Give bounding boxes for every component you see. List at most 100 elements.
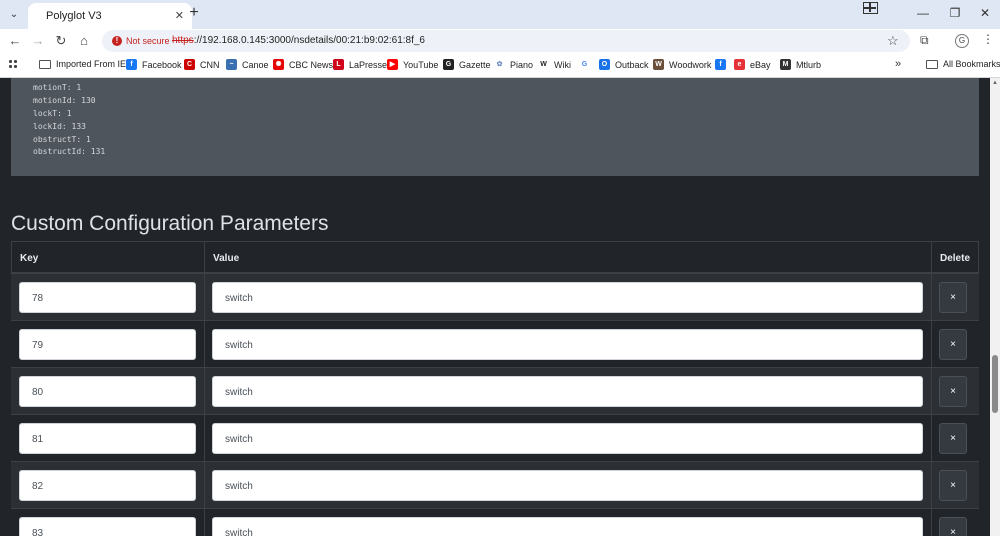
page-scrollbar[interactable]: ▲ — [990, 78, 1000, 536]
lapresse-icon: L — [333, 59, 344, 70]
table-row: 78 switch × — [11, 273, 979, 321]
key-input[interactable]: 82 — [19, 470, 196, 501]
tab-search-chevron-icon[interactable]: ⌄ — [4, 4, 24, 24]
delete-button[interactable]: × — [939, 282, 967, 313]
bookmark-label: Wiki — [554, 59, 571, 70]
bookmark-item[interactable]: ~ Canoe — [226, 59, 269, 70]
value-input[interactable]: switch — [212, 470, 923, 501]
bookmark-label: YouTube — [403, 59, 439, 70]
bookmark-item[interactable]: ✿ Piano — [494, 59, 533, 70]
value-input[interactable]: switch — [212, 423, 923, 454]
delete-button[interactable]: × — [939, 376, 967, 407]
canoe-icon: ~ — [226, 59, 237, 70]
column-divider — [931, 415, 932, 462]
bookmark-item[interactable]: Imported From IE — [39, 59, 126, 69]
url-path: ://192.168.0.145:3000/nsdetails/00:21:b9… — [193, 35, 425, 46]
bookmark-label: Canoe — [242, 59, 269, 70]
tab-strip: ⌄ Polyglot V3 ✕ + — ❐ ✕ — [0, 0, 1000, 29]
wikipedia-icon: W — [540, 61, 547, 68]
back-arrow-icon[interactable]: ← — [6, 32, 24, 50]
cbc-icon: ✺ — [273, 59, 284, 70]
url-scheme: https — [172, 35, 194, 46]
bookmark-label: CNN — [200, 59, 220, 70]
kebab-menu-icon[interactable]: ⋮ — [982, 32, 994, 46]
split-view-icon[interactable] — [863, 2, 878, 14]
bookmark-item[interactable]: G — [579, 59, 595, 70]
header-value: Value — [204, 241, 932, 273]
bookmark-label: Woodwork — [669, 59, 712, 70]
code-line: motionT: 1 — [33, 83, 82, 92]
bookmark-label: LaPresse — [349, 59, 388, 70]
bookmark-item[interactable]: O Outback — [599, 59, 649, 70]
bookmark-label: Mtlurb — [796, 59, 822, 70]
reload-icon[interactable]: ↻ — [52, 32, 70, 50]
scroll-thumb[interactable] — [992, 355, 998, 413]
bookmark-item[interactable]: M Mtlurb — [780, 59, 821, 70]
bookmark-star-icon[interactable]: ☆ — [887, 33, 899, 49]
table-row: 83 switch × — [11, 508, 979, 536]
all-bookmarks-folder[interactable]: All Bookmarks — [926, 59, 1000, 69]
new-tab-plus-icon[interactable]: + — [184, 4, 204, 22]
browser-tab[interactable]: Polyglot V3 ✕ — [28, 3, 192, 29]
address-bar[interactable]: ! Not secure https://192.168.0.145:3000/… — [102, 30, 910, 52]
column-divider — [204, 321, 205, 368]
value-input[interactable]: switch — [212, 517, 923, 536]
bookmark-item[interactable]: e eBay — [734, 59, 771, 70]
more-bookmarks-icon[interactable]: » — [895, 58, 901, 70]
node-definition-code-block: motionT: 1 motionId: 130 lockT: 1 lockId… — [11, 78, 979, 176]
home-icon[interactable]: ⌂ — [75, 32, 93, 50]
bookmarks-bar: Imported From IE f Facebook C CNN ~ Canoe ✺ CBC … — [0, 53, 1000, 78]
bookmark-item[interactable]: W Woodwork — [653, 59, 711, 70]
bookmark-item[interactable]: W Wiki — [538, 59, 571, 70]
close-window-icon[interactable]: ✕ — [976, 6, 994, 20]
cnn-icon: C — [184, 59, 195, 70]
piano-icon: ✿ — [496, 61, 503, 68]
folder-icon — [39, 59, 51, 69]
column-divider — [931, 321, 932, 368]
minimize-icon[interactable]: — — [914, 6, 932, 20]
woodwork-icon: W — [653, 59, 664, 70]
bookmark-item[interactable]: f Facebook — [126, 59, 182, 70]
ebay-icon: e — [734, 59, 745, 70]
apps-grid-icon[interactable] — [8, 59, 18, 69]
section-title: Custom Configuration Parameters — [11, 212, 329, 235]
bookmark-label: Imported From IE — [56, 59, 127, 69]
value-input[interactable]: switch — [212, 329, 923, 360]
value-input[interactable]: switch — [212, 282, 923, 313]
tab-close-icon[interactable]: ✕ — [175, 9, 184, 22]
bookmark-item[interactable]: C CNN — [184, 59, 220, 70]
all-bookmarks-label: All Bookmarks — [943, 59, 1000, 69]
bookmark-item[interactable]: ▶ YouTube — [387, 59, 438, 70]
column-divider — [931, 368, 932, 415]
extensions-icon[interactable]: ⧉ — [920, 33, 929, 48]
value-input[interactable]: switch — [212, 376, 923, 407]
security-chip[interactable]: ! Not secure — [108, 33, 176, 49]
delete-button[interactable]: × — [939, 517, 967, 536]
table-row: 80 switch × — [11, 367, 979, 415]
delete-button[interactable]: × — [939, 423, 967, 454]
code-line: obstructT: 1 — [33, 135, 91, 144]
bookmark-item[interactable]: G Gazette — [443, 59, 491, 70]
table-row: 82 switch × — [11, 461, 979, 509]
key-input[interactable]: 78 — [19, 282, 196, 313]
profile-avatar[interactable]: G — [955, 34, 969, 48]
column-divider — [931, 462, 932, 509]
key-input[interactable]: 79 — [19, 329, 196, 360]
folder-icon — [926, 59, 938, 69]
column-divider — [204, 509, 205, 536]
bookmark-item[interactable]: ✺ CBC News — [273, 59, 333, 70]
key-input[interactable]: 80 — [19, 376, 196, 407]
delete-button[interactable]: × — [939, 470, 967, 501]
mtlurb-icon: M — [780, 59, 791, 70]
bookmark-item[interactable]: f — [715, 59, 731, 70]
table-row: 79 switch × — [11, 320, 979, 368]
key-input[interactable]: 81 — [19, 423, 196, 454]
key-input[interactable]: 83 — [19, 517, 196, 536]
facebook-icon: f — [715, 59, 726, 70]
delete-button[interactable]: × — [939, 329, 967, 360]
restore-icon[interactable]: ❐ — [946, 6, 964, 20]
forward-arrow-icon[interactable]: → — [29, 32, 47, 50]
scroll-up-arrow-icon[interactable]: ▲ — [992, 80, 998, 86]
url-text[interactable]: https://192.168.0.145:3000/nsdetails/00:… — [172, 35, 425, 46]
bookmark-item[interactable]: L LaPresse — [333, 59, 387, 70]
